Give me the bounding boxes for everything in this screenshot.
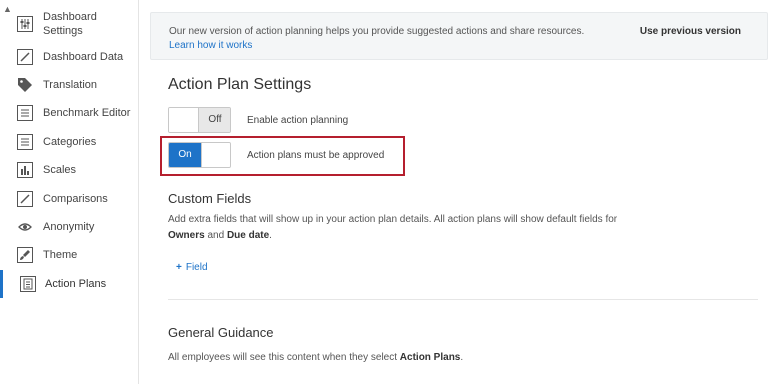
desc-text: . <box>460 352 464 363</box>
add-field-button[interactable]: + Field <box>176 262 208 273</box>
brush-icon <box>16 246 34 264</box>
desc-text: Add extra fields that will show up in yo… <box>168 214 618 225</box>
sidebar-item-label: Scales <box>43 164 77 176</box>
sidebar-item-label: Theme <box>43 249 78 261</box>
toggle-label: Enable action planning <box>247 115 349 126</box>
due-date-text: Due date <box>226 230 270 241</box>
sidebar-item-action-plans[interactable]: Action Plans <box>0 270 139 298</box>
sidebar-item-scales[interactable]: Scales <box>0 156 139 184</box>
sidebar-item-label: Dashboard Data <box>43 51 124 63</box>
sidebar-item-label: Action Plans <box>45 278 107 290</box>
action-plans-text: Action Plans <box>399 352 461 363</box>
sidebar-item-label: Comparisons <box>43 193 108 205</box>
desc-text: All employees will see this content when… <box>168 352 400 363</box>
custom-fields-heading: Custom Fields <box>168 191 252 206</box>
use-previous-version-button[interactable]: Use previous version <box>640 25 741 39</box>
sidebar-item-categories[interactable]: Categories <box>0 128 139 156</box>
pencil-icon <box>16 190 34 208</box>
toggle-state: Off <box>199 108 230 132</box>
main-content: Our new version of action planning helps… <box>150 0 768 384</box>
sidebar-item-benchmark-editor[interactable]: Benchmark Editor <box>0 99 139 127</box>
pencil-icon <box>16 48 34 66</box>
list-icon <box>16 133 34 151</box>
sidebar-item-dashboard-data[interactable]: Dashboard Data <box>0 43 139 71</box>
sidebar-item-theme[interactable]: Theme <box>0 241 139 269</box>
sidebar-item-label: Benchmark Editor <box>43 107 131 119</box>
owners-text: Owners <box>168 230 205 241</box>
bar-chart-icon <box>16 161 34 179</box>
eye-icon <box>16 218 34 236</box>
sidebar-item-anonymity[interactable]: Anonymity <box>0 213 139 241</box>
general-guidance-heading: General Guidance <box>168 325 274 340</box>
add-field-label: Field <box>185 262 208 273</box>
toggle-knob <box>169 108 199 132</box>
sidebar-item-dashboard-settings[interactable]: Dashboard Settings <box>0 7 139 41</box>
clipboard-icon <box>19 275 37 293</box>
enable-action-planning-toggle[interactable]: Off <box>168 107 231 133</box>
page-title: Action Plan Settings <box>168 76 312 93</box>
sidebar-item-comparisons[interactable]: Comparisons <box>0 185 139 213</box>
custom-fields-description: Add extra fields that will show up in yo… <box>168 212 648 244</box>
sliders-icon <box>16 15 34 33</box>
sidebar-item-translation[interactable]: Translation <box>0 71 139 99</box>
highlight-annotation <box>160 136 405 176</box>
list-icon <box>16 104 34 122</box>
general-guidance-description: All employees will see this content when… <box>168 350 648 366</box>
info-banner: Our new version of action planning helps… <box>150 12 768 60</box>
sidebar-item-label: Dashboard Settings <box>43 11 97 37</box>
divider <box>168 299 758 300</box>
sidebar: ▲ Dashboard Settings Dashboard Data Tran… <box>0 0 139 384</box>
sidebar-item-label: Anonymity <box>43 221 95 233</box>
desc-text: and <box>204 230 227 241</box>
sidebar-item-label: Categories <box>43 136 97 148</box>
banner-text: Our new version of action planning helps… <box>169 26 585 37</box>
desc-text: . <box>269 230 272 241</box>
tag-icon <box>16 76 34 94</box>
learn-more-link[interactable]: Learn how it works <box>169 39 252 53</box>
plus-icon: + <box>176 262 182 273</box>
sidebar-item-label: Translation <box>43 79 98 91</box>
